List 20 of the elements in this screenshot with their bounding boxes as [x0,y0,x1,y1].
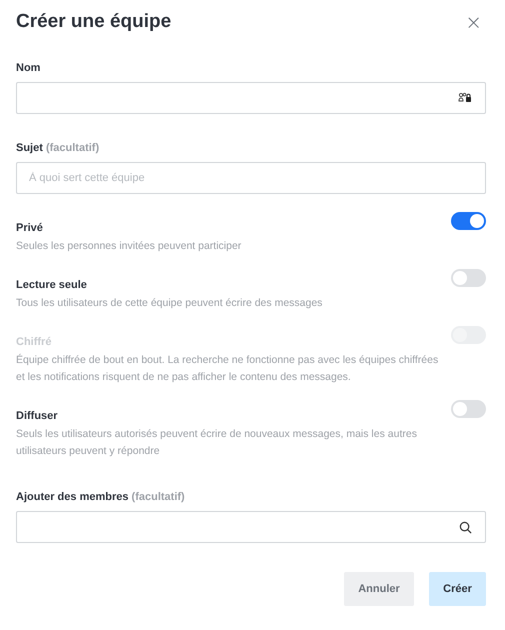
toggle-switch[interactable] [451,212,486,230]
option-description: Seuls les utilisateurs autorisés peuvent écrire de nouveaux messages, mais les autres utilisateurs peuvent y répondre [16,427,418,459]
members-search-field[interactable] [16,511,486,543]
close-button[interactable]: × [461,12,486,32]
option-description: Seules les personnes invitées peuvent participer [16,239,242,254]
field-label: Ajouter des membres (facultatif) [16,491,185,503]
toggle-switch[interactable] [451,269,486,287]
option-description: Équipe chiffrée de bout en bout. La recherche ne fonctionne pas avec les équipes chiffrées et les notifications risquent de ne pas afficher le contenu des messages. [16,352,440,385]
option-description: Tous les utilisateurs de cette équipe peuvent écrire des messages [16,296,324,311]
dialog-button[interactable]: Annuler [344,572,414,606]
search-icon [459,521,472,534]
option-label: Privé [16,221,44,235]
name-field[interactable] [16,82,486,114]
people-lock-icon [458,92,472,104]
field-label: Sujet (facultatif) [16,142,100,154]
option-label: Lecture seule [16,278,88,292]
dialog-title: Créer une équipe [16,11,172,33]
option-label: Diffuser [16,409,59,423]
toggle-switch[interactable] [451,400,486,418]
field-label: Nom [16,62,40,74]
